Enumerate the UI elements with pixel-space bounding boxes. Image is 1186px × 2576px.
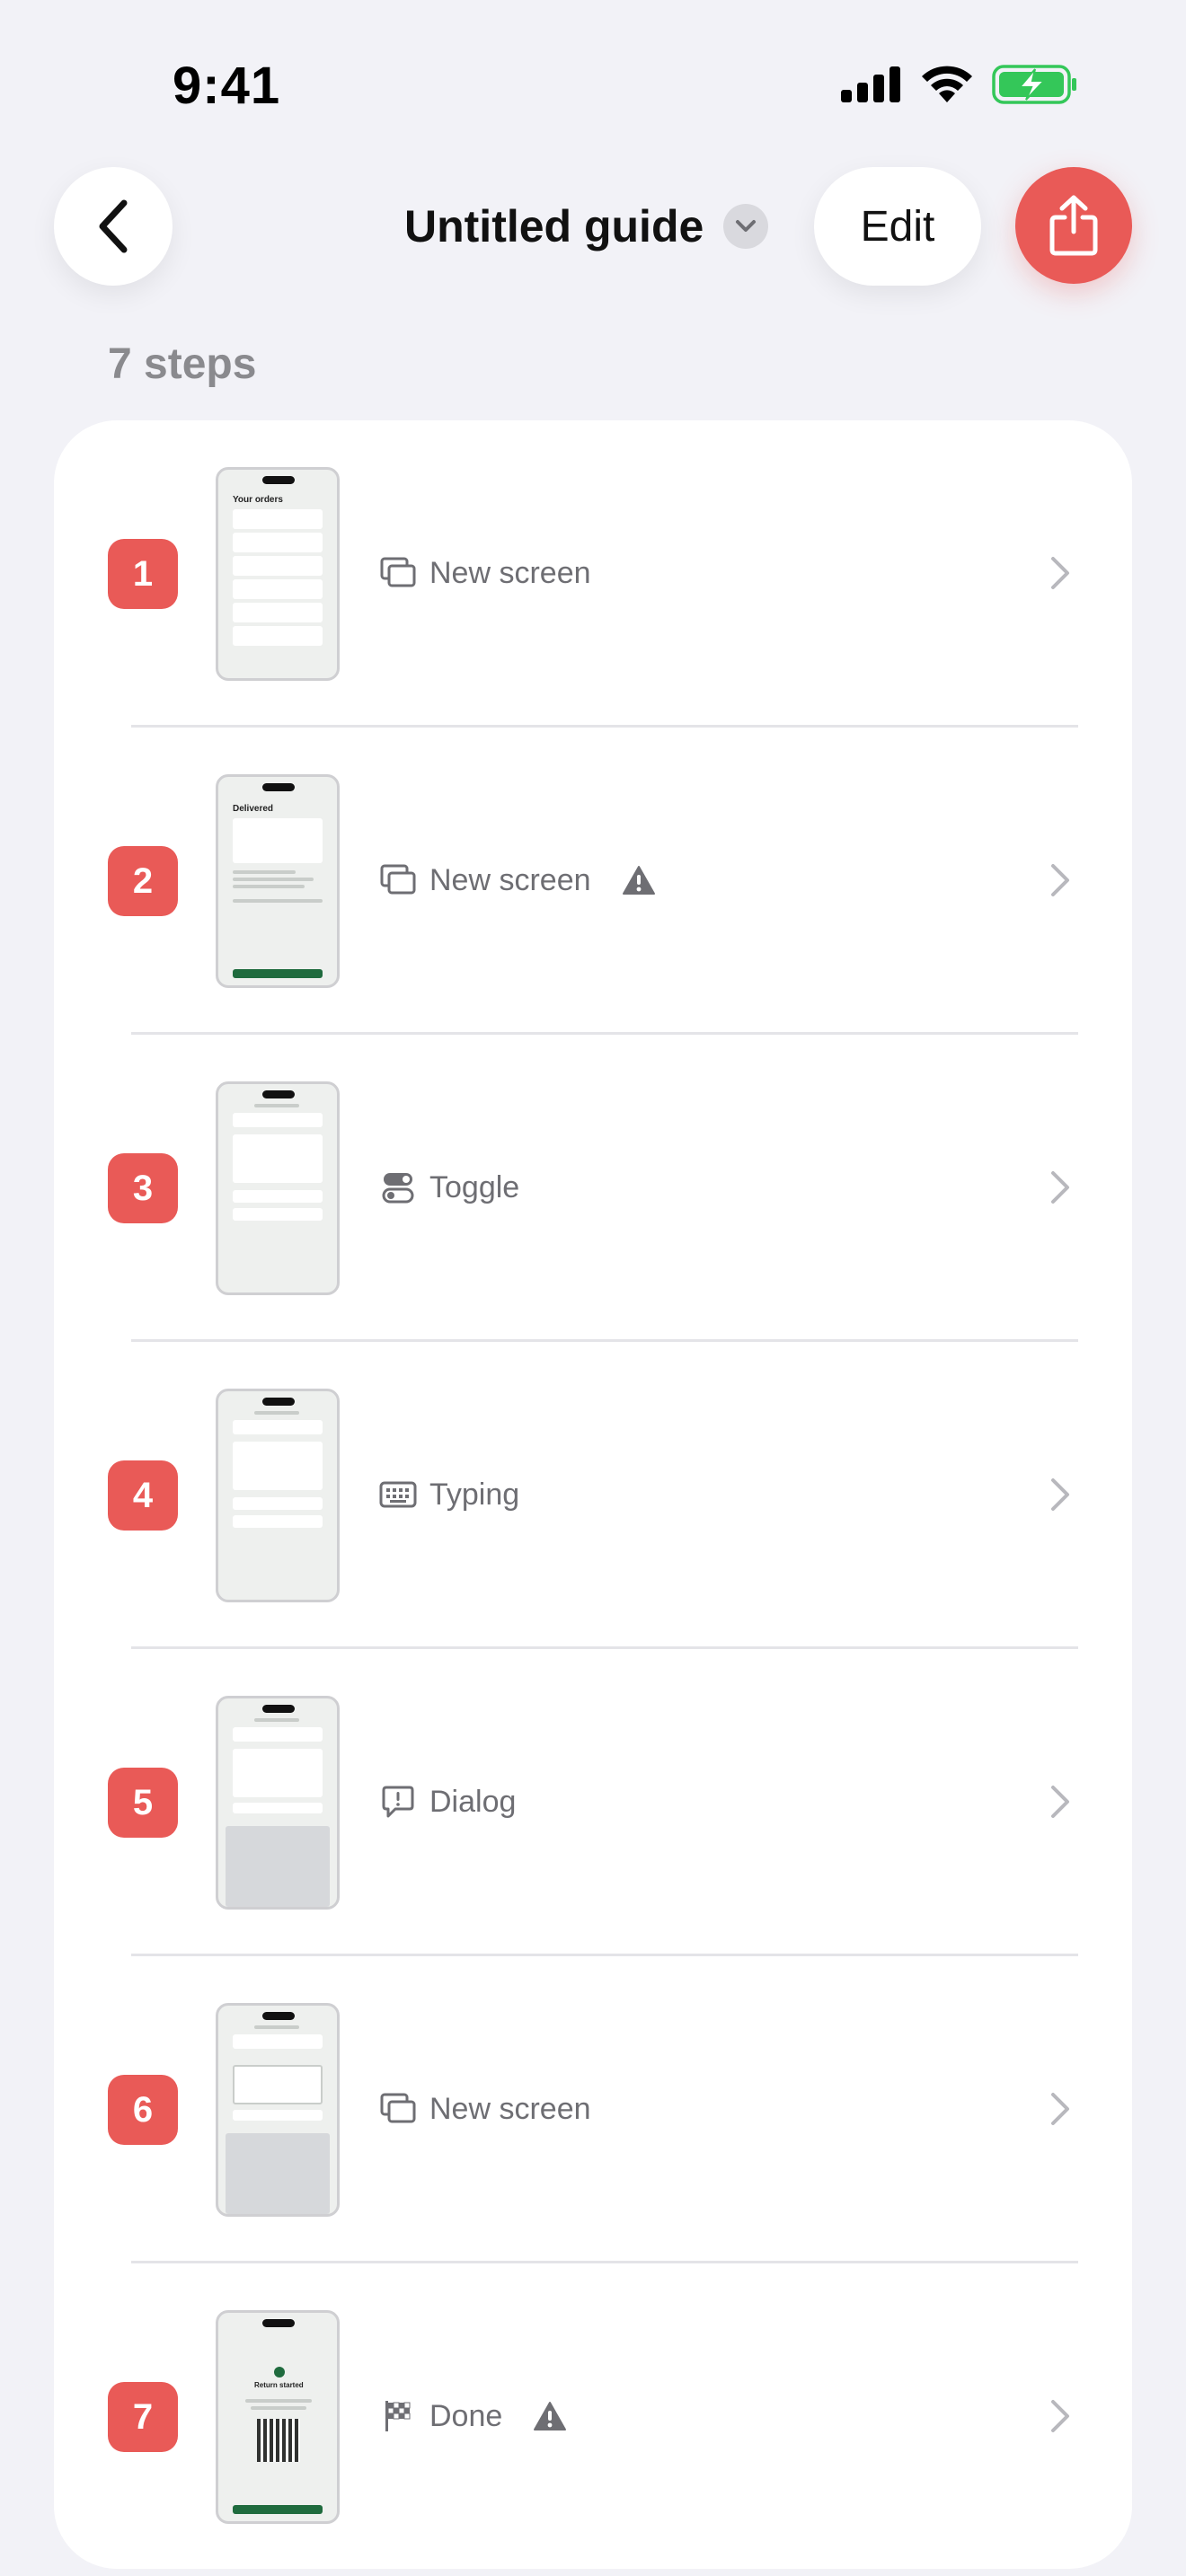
- step-type-label: New screen: [429, 2091, 591, 2126]
- steps-list: 1 Your orders New screen 2 Delivered New…: [54, 420, 1132, 2569]
- warning-icon: [622, 864, 656, 896]
- step-screenshot-thumbnail: [216, 1696, 340, 1910]
- step-row-2[interactable]: 2 Delivered New screen: [54, 728, 1132, 1035]
- step-type: Toggle: [379, 1160, 519, 1214]
- new-screen-icon: [379, 861, 417, 899]
- step-type-label: Typing: [429, 1477, 520, 1512]
- step-number-badge: 3: [108, 1153, 178, 1223]
- step-type-label: Toggle: [429, 1169, 520, 1204]
- chevron-down-icon: [723, 204, 769, 249]
- step-type: Typing: [379, 1468, 519, 1522]
- step-type: New screen: [379, 853, 656, 907]
- chevron-left-icon: [99, 199, 128, 253]
- chevron-right-icon: [1051, 2400, 1069, 2432]
- chevron-right-icon: [1051, 1171, 1069, 1204]
- battery-charging-icon: [992, 65, 1076, 104]
- step-type: New screen: [379, 2082, 591, 2136]
- step-type-label: Dialog: [429, 1784, 517, 1819]
- share-button[interactable]: [1015, 167, 1132, 284]
- step-number-badge: 6: [108, 2075, 178, 2145]
- new-screen-icon: [379, 2090, 417, 2128]
- step-number-badge: 4: [108, 1460, 178, 1531]
- step-row-1[interactable]: 1 Your orders New screen: [54, 420, 1132, 728]
- step-type: New screen: [379, 546, 591, 600]
- guide-title-menu[interactable]: Untitled guide: [404, 190, 769, 262]
- step-screenshot-thumbnail: [216, 1081, 340, 1295]
- chevron-right-icon: [1051, 2093, 1069, 2125]
- step-screenshot-thumbnail: Delivered: [216, 774, 340, 988]
- chevron-right-icon: [1051, 1478, 1069, 1511]
- step-row-7[interactable]: 7 Return started Done: [54, 2263, 1132, 2571]
- chevron-right-icon: [1051, 1786, 1069, 1818]
- steps-count: 7 steps: [108, 340, 257, 388]
- step-row-5[interactable]: 5 Dialog: [54, 1649, 1132, 1956]
- step-number-badge: 5: [108, 1768, 178, 1838]
- thumbnail-title: Return started: [254, 2381, 304, 2389]
- step-screenshot-thumbnail: Return started: [216, 2310, 340, 2524]
- step-type-label: New screen: [429, 862, 591, 897]
- chevron-right-icon: [1051, 864, 1069, 896]
- step-number-badge: 2: [108, 846, 178, 916]
- status-time: 9:41: [173, 57, 281, 115]
- new-screen-icon: [379, 554, 417, 592]
- step-type-label: Done: [429, 2398, 503, 2433]
- step-screenshot-thumbnail: [216, 2003, 340, 2217]
- step-row-3[interactable]: 3 Toggle: [54, 1035, 1132, 1342]
- back-button[interactable]: [54, 167, 173, 286]
- step-number-badge: 1: [108, 539, 178, 609]
- step-number-badge: 7: [108, 2382, 178, 2452]
- step-type-label: New screen: [429, 555, 591, 590]
- step-screenshot-thumbnail: Your orders: [216, 467, 340, 681]
- status-bar: 9:41: [0, 0, 1186, 153]
- thumbnail-title: Delivered: [233, 804, 274, 814]
- step-screenshot-thumbnail: [216, 1389, 340, 1602]
- chevron-right-icon: [1051, 557, 1069, 589]
- thumbnail-title: Your orders: [233, 495, 283, 505]
- edit-button[interactable]: Edit: [814, 167, 981, 286]
- warning-icon: [533, 2400, 567, 2432]
- step-type: Done: [379, 2389, 567, 2443]
- wifi-icon: [922, 66, 972, 102]
- cellular-signal-icon: [841, 66, 900, 102]
- step-row-6[interactable]: 6 New screen: [54, 1956, 1132, 2263]
- step-type: Dialog: [379, 1775, 516, 1829]
- share-icon: [1049, 195, 1098, 256]
- step-row-4[interactable]: 4 Typing: [54, 1342, 1132, 1649]
- guide-title: Untitled guide: [404, 201, 704, 251]
- toggle-icon: [379, 1169, 417, 1206]
- finish-flag-icon: [379, 2397, 417, 2435]
- keyboard-icon: [379, 1476, 417, 1513]
- dialog-icon: [379, 1783, 417, 1821]
